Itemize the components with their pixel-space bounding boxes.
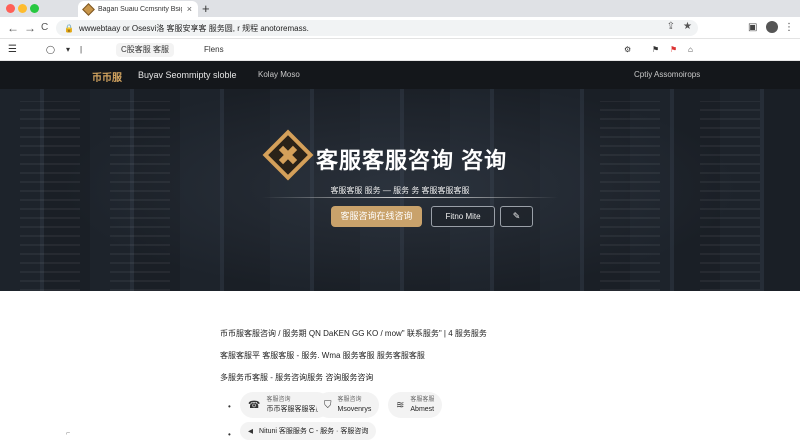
chip-value: 币币客服客服客服 — [266, 406, 323, 413]
menu-icon[interactable]: ☰ — [8, 43, 17, 57]
tab-close-button[interactable]: × — [187, 4, 192, 14]
browser-tab[interactable]: Bagan Suaiu Ccmsnity Bsign × — [78, 1, 198, 17]
extension-icon[interactable]: ▣ — [748, 20, 757, 36]
bookmark-star-icon[interactable]: ★ — [683, 21, 692, 32]
headset-icon: ☎ — [248, 399, 261, 411]
server-rack-image — [110, 101, 170, 291]
edit-icon-button[interactable]: ✎ — [500, 206, 533, 227]
site-logo[interactable]: 币币服 — [92, 69, 122, 84]
bookmark-field-a[interactable]: C股客服 客服 — [116, 43, 174, 57]
flag-red-icon[interactable]: ⚑ — [670, 43, 677, 57]
site-favicon-icon — [82, 2, 95, 16]
bookmark-field-b[interactable]: Flens — [204, 43, 224, 57]
server-rack-image — [20, 101, 80, 291]
minimize-window-button[interactable] — [18, 4, 27, 13]
tab-title: Bagan Suaiu Ccmsnity Bsign — [98, 5, 182, 13]
address-bar[interactable]: 🔒 wwwebtaay or Osesvi洛 客服安享客 服务圆, r 规程 a… — [56, 20, 698, 36]
contact-support-button[interactable]: 客服咨询在线咨询 — [331, 206, 422, 227]
reload-button[interactable]: C — [41, 20, 48, 36]
site-name[interactable]: Buyav Seommipty sloble — [138, 70, 237, 80]
chip-value: Nituni 客服服务 C - 服务 · 客服咨询 — [259, 428, 369, 435]
info-chip[interactable]: ◂ Nituni 客服服务 C - 服务 · 客服咨询 — [240, 422, 377, 440]
hero-title: 客服客服咨询 咨询 — [316, 148, 508, 173]
flag-icon[interactable]: ⚑ — [652, 43, 659, 57]
hero-section: 币币服 Buyav Seommipty sloble Kolay Moso Cp… — [0, 61, 800, 291]
close-window-button[interactable] — [6, 4, 15, 13]
server-rack-image — [700, 101, 760, 291]
nav-link-right[interactable]: Cptiy Assomoirops — [634, 70, 700, 79]
site-header: 币币服 Buyav Seommipty sloble Kolay Moso Cp… — [0, 61, 800, 89]
new-tab-button[interactable]: + — [202, 1, 210, 16]
maximize-window-button[interactable] — [30, 4, 39, 13]
content-heading: 多服务币客服 - 服务咨询服务 咨询服务咨询 — [220, 373, 374, 382]
bullet-icon: • — [228, 430, 231, 439]
share-icon[interactable]: ⇪ — [667, 21, 675, 32]
chevron-icon: ◂ — [248, 425, 254, 437]
feature-chip[interactable]: ⛉ 客服咨询 Msovenrys — [316, 392, 380, 418]
shield-icon: ⛉ — [324, 399, 332, 411]
content-line: 客服客服平 客服客服 - 服务. Wma 服务客服 服务客服客服 — [220, 351, 425, 360]
back-button[interactable]: ← — [7, 20, 19, 36]
bookmarks-bar: ☰ ◯ ▾ | C股客服 客服 Flens ⚙ ⚑ ⚑ ⌂ — [0, 39, 800, 61]
chip-label: 客服咨询 — [337, 397, 362, 403]
wifi-icon: ≋ — [396, 399, 405, 411]
divider — [262, 197, 558, 198]
lock-icon: 🔒 — [64, 23, 74, 33]
hero-subtitle: 客服客服 服务 — 服务 务 客服客服客服 — [330, 186, 470, 195]
browser-toolbar: ← → C 🔒 wwwebtaay or Osesvi洛 客服安享客 服务圆, … — [0, 17, 800, 39]
home-icon[interactable]: ⌂ — [688, 43, 693, 57]
chip-label: 客服客服 — [410, 397, 435, 403]
profile-avatar[interactable] — [766, 21, 778, 33]
chip-label: 客服咨询 — [266, 397, 291, 403]
brand-diamond-icon — [262, 129, 314, 181]
feature-chip[interactable]: ≋ 客服客服 Abmest — [388, 392, 443, 418]
nav-link[interactable]: Kolay Moso — [258, 70, 300, 79]
menu-dots-icon[interactable]: ⋮ — [784, 20, 794, 36]
server-rack-image — [600, 101, 660, 291]
extension-icon-a[interactable]: ⚙ — [624, 43, 631, 57]
chip-value: Abmest — [410, 406, 435, 413]
chat-icon[interactable]: ◯ — [46, 43, 55, 57]
chevron-down-icon[interactable]: ▾ — [66, 43, 70, 57]
scroll-mark: ⌐ — [66, 430, 71, 437]
content-line: 币币服客服咨询 / 服务期 QN DaKEN GG KO / mow" 联系服务… — [220, 329, 487, 338]
url-text[interactable]: wwwebtaay or Osesvi洛 客服安享客 服务圆, r 规程 ano… — [79, 23, 309, 34]
chip-value: Msovenrys — [337, 406, 372, 413]
forward-button[interactable]: → — [24, 20, 36, 36]
tab-bar: Bagan Suaiu Ccmsnity Bsign × + — [0, 0, 800, 17]
secondary-button[interactable]: Fitno Mite — [431, 206, 495, 227]
divider: | — [80, 45, 83, 54]
bullet-icon: • — [228, 402, 231, 411]
